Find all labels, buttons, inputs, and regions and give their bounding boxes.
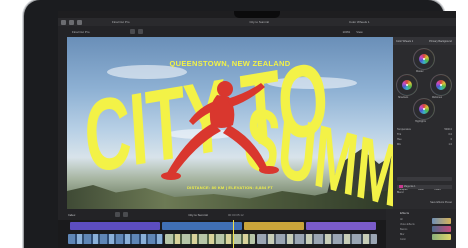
effect-thumbnail[interactable] (432, 218, 451, 224)
jumping-runner (161, 81, 279, 180)
timeline-project-name: City to Summit (188, 212, 208, 217)
inspector-preset[interactable]: Primary Background (429, 40, 452, 43)
inspector-title: Color Wheels 1 (396, 39, 414, 43)
hue-value[interactable]: 0 (451, 138, 452, 141)
effect-thumbnail[interactable] (432, 226, 451, 232)
index-button[interactable]: Index (68, 213, 75, 217)
title-bar: Final Cut Pro City to Summit Color Wheel… (58, 18, 456, 26)
effects-category[interactable]: Video Effects (400, 223, 415, 226)
wheel-handle[interactable] (423, 108, 425, 110)
mix-value[interactable]: 1.0 (449, 143, 452, 146)
effects-category[interactable]: All (400, 218, 403, 221)
highlights-label: Highlights (415, 120, 426, 123)
shadows-label: Shadows (398, 96, 409, 99)
laptop-frame: Final Cut Pro City to Summit Color Wheel… (24, 0, 456, 248)
magenta-swatch-icon (399, 185, 403, 188)
effect-thumbnail[interactable] (432, 234, 451, 240)
project-title: City to Summit (249, 20, 270, 24)
wheel-handle[interactable] (406, 84, 408, 86)
browser-sidebar (58, 37, 67, 209)
effects-category[interactable]: Basics (400, 228, 407, 231)
color-inspector: Color Wheels 1 Primary Background Master… (393, 37, 456, 209)
tint-row[interactable]: Tint 0.0 (397, 133, 452, 137)
title-clip[interactable] (306, 222, 376, 230)
zoom-level[interactable]: 100% (343, 30, 351, 34)
effects-category[interactable]: Color (400, 238, 406, 241)
playhead[interactable] (233, 220, 234, 248)
video-viewer[interactable]: QUEENSTOWN, NEW ZEALAND CITY TO SUMMIT D… (67, 37, 393, 209)
title-clip[interactable] (162, 222, 242, 230)
magenta-mask-row[interactable]: Magenta 1 (397, 185, 452, 189)
highlights-color-wheel[interactable] (414, 99, 434, 119)
title-clip[interactable] (244, 222, 304, 230)
library-title: Final Cut Pro (112, 20, 130, 24)
browser-label: Final Cut Pro (72, 29, 90, 34)
wheel-handle[interactable] (440, 84, 442, 86)
tint-value[interactable]: 0.0 (449, 133, 452, 136)
import-icon[interactable] (61, 19, 66, 25)
temperature-row[interactable]: Temperature 5000.0 (397, 128, 452, 132)
effects-category[interactable]: Blur (400, 233, 404, 236)
arrow-tool-icon[interactable] (115, 212, 121, 217)
title-clip[interactable] (70, 222, 160, 230)
tint-label: Tint (397, 133, 402, 136)
shadows-color-wheel[interactable] (397, 75, 417, 95)
blend-label: Blend (397, 191, 404, 194)
hue-row[interactable]: Hue 0 (397, 138, 452, 142)
hue-label: Hue (397, 138, 402, 141)
video-clip[interactable] (257, 234, 377, 244)
trim-tool-icon[interactable] (123, 212, 129, 217)
midtones-label: Midtones (432, 96, 443, 99)
filter-icon[interactable] (129, 29, 135, 34)
blend-row[interactable]: Blend (397, 191, 452, 195)
distance-elevation-caption: DISTANCE: 80 KM | ELEVATION: 8,884 FT (187, 185, 273, 190)
effects-title: Effects (400, 211, 410, 215)
check-icon[interactable] (77, 19, 82, 25)
mask-tabs: Shapes Color Invert (397, 177, 452, 191)
video-clip[interactable] (165, 234, 255, 244)
save-preset-label: Save Effects Preset (430, 201, 452, 204)
video-clip[interactable] (68, 234, 163, 244)
app-window: Final Cut Pro City to Summit Color Wheel… (58, 11, 456, 248)
inspector-header-title: Color Wheels 1 (349, 20, 370, 24)
timecode: 00:00:05:12 (227, 212, 244, 217)
save-effects-preset-button[interactable]: Save Effects Preset (397, 201, 452, 205)
inspector-header: Color Wheels 1 Primary Background (393, 37, 456, 45)
midtones-color-wheel[interactable] (431, 75, 451, 95)
wheel-handle[interactable] (423, 58, 425, 60)
mix-label: Mix (397, 143, 401, 146)
camera-notch (234, 11, 280, 18)
view-menu[interactable]: View (356, 30, 362, 34)
effects-browser: Effects All Video Effects Basics Blur Co… (386, 209, 456, 248)
mix-row[interactable]: Mix 1.0 (397, 143, 452, 147)
temperature-label: Temperature (397, 128, 412, 131)
keyword-icon[interactable] (69, 19, 74, 25)
magenta-mask-label: Magenta 1 (403, 185, 416, 189)
master-label: Master (416, 70, 424, 73)
temperature-value[interactable]: 5000.0 (444, 128, 452, 131)
list-view-icon[interactable] (137, 29, 143, 34)
master-color-wheel[interactable] (414, 49, 434, 69)
viewer-toolbar: Final Cut Pro 100% View (58, 26, 456, 37)
